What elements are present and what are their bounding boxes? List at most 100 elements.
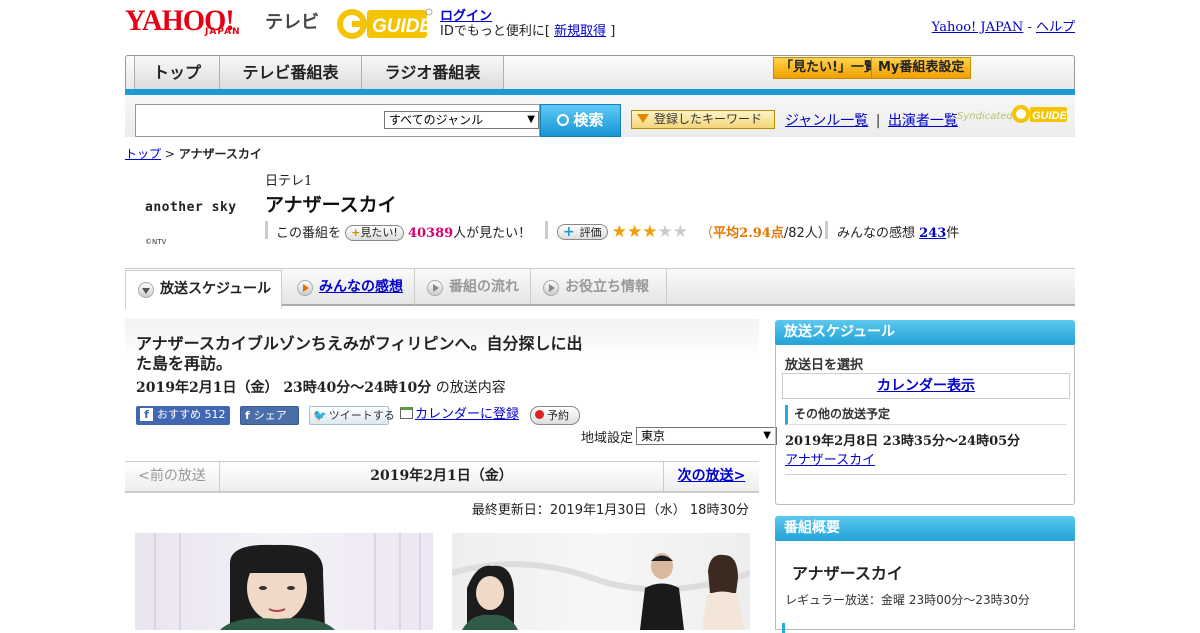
- region-select[interactable]: 東京 ▼: [636, 427, 777, 445]
- divider: [265, 221, 268, 239]
- gguide-logo[interactable]: GUIDE: [334, 6, 434, 42]
- facebook-recommend-button[interactable]: f おすすめ 512: [136, 406, 230, 425]
- rating-open: （: [700, 226, 714, 241]
- select-date-label: 放送日を選択: [785, 358, 864, 373]
- want-list-button[interactable]: 「見たい!」一覧: [773, 57, 884, 79]
- divider: [545, 221, 548, 239]
- genre-list-link[interactable]: ジャンル一覧: [785, 113, 868, 129]
- overview-panel-header: 番組概要: [775, 516, 1075, 541]
- fb-count: 512: [204, 408, 226, 421]
- calendar-icon: [400, 407, 413, 419]
- want-button[interactable]: +見たい!: [345, 225, 404, 241]
- overview-title: アナザースカイ: [792, 564, 903, 583]
- episode-date-suffix: の放送内容: [435, 380, 506, 396]
- triangle-down-icon: [637, 114, 649, 123]
- yahoo-japan-link[interactable]: Yahoo! JAPAN: [932, 20, 1024, 35]
- cast-list-link[interactable]: 出演者一覧: [888, 113, 958, 129]
- tweet-label: ツイートする: [328, 409, 395, 422]
- rate-button[interactable]: + 評価: [557, 224, 608, 240]
- kansou-label: みんなの感想: [837, 226, 916, 241]
- reserve-label: 予約: [547, 409, 569, 422]
- tab-info: お役立ち情報: [531, 269, 667, 305]
- top-links: Yahoo! JAPAN - ヘルプ: [932, 16, 1075, 35]
- rating-stars: ★★★★★: [612, 224, 688, 241]
- overview-panel: アナザースカイ レギュラー放送：金曜 23時00分～23時30分: [775, 540, 1075, 633]
- nav-tab-tv-schedule[interactable]: テレビ番組表: [220, 56, 362, 90]
- want-row: この番組を +見たい! 40389人が見たい！: [276, 222, 531, 241]
- regular-broadcast: レギュラー放送：金曜 23時00分～23時30分: [785, 593, 1030, 607]
- tab-kansou[interactable]: みんなの感想: [285, 269, 415, 305]
- rating-star-icon: ★: [642, 222, 658, 242]
- help-link[interactable]: ヘルプ: [1036, 20, 1075, 35]
- svg-text:GUIDE: GUIDE: [1032, 110, 1068, 122]
- signup-link[interactable]: 新規取得: [554, 24, 606, 39]
- episode-photo-2: [452, 533, 750, 630]
- plus-icon: +: [351, 226, 361, 239]
- want-count: 40389: [407, 226, 454, 241]
- fb-share-label: シェア: [253, 409, 287, 422]
- id-text-close: ]: [610, 24, 616, 39]
- nav-tab-top[interactable]: トップ: [134, 56, 220, 90]
- breadcrumb-separator: >: [164, 147, 175, 161]
- kansou-row: みんなの感想 243件: [837, 222, 959, 241]
- want-prefix: この番組を: [276, 226, 342, 241]
- chevron-down-icon: [138, 282, 154, 298]
- record-icon: [535, 410, 544, 419]
- next-broadcast-link[interactable]: 次の放送>: [663, 461, 759, 491]
- chevron-right-icon: [297, 280, 313, 296]
- channel-name: 日テレ1: [265, 174, 313, 189]
- calendar-view-link[interactable]: カレンダー表示: [782, 373, 1070, 399]
- twitter-icon: 🐦: [313, 409, 327, 422]
- dropdown-arrow-icon: ▼: [527, 114, 535, 125]
- program-logo-credit: ©NTV: [145, 238, 167, 246]
- chevron-right-icon: [543, 280, 559, 296]
- keyword-button-label: 登録したキーワード: [654, 112, 763, 126]
- program-logo: another sky: [145, 200, 237, 215]
- episode-title: アナザースカイブルゾンちえみがフィリピンへ。自分探しに出た島を再訪。: [136, 334, 583, 373]
- rating-row: + 評価 ★★★★★ （平均2.94点/82人）: [557, 222, 831, 241]
- other-schedule-label: その他の放送予定: [785, 405, 1067, 425]
- calendar-register[interactable]: カレンダーに登録: [400, 406, 519, 425]
- tweet-button[interactable]: 🐦 ツイートする: [309, 406, 395, 425]
- tab-flow: 番組の流れ: [415, 269, 531, 305]
- prev-broadcast: <前の放送: [125, 461, 220, 491]
- other-schedule-title-link[interactable]: アナザースカイ: [785, 449, 875, 468]
- facebook-icon: f: [140, 408, 153, 421]
- calendar-register-link[interactable]: カレンダーに登録: [415, 407, 519, 422]
- rating-star-icon: ★: [627, 222, 643, 242]
- tv-label[interactable]: テレビ: [265, 8, 319, 34]
- search-button[interactable]: 検索: [540, 104, 621, 137]
- plus-icon: +: [563, 224, 580, 240]
- top-links-dash: -: [1027, 20, 1032, 35]
- gguide-small-logo: GUIDE: [1011, 102, 1069, 126]
- breadcrumb-top-link[interactable]: トップ: [125, 147, 161, 161]
- kansou-count-link[interactable]: 243: [919, 226, 946, 241]
- dropdown-arrow-icon: ▼: [763, 430, 771, 441]
- rating-average: 平均2.94点: [713, 226, 784, 241]
- other-schedule-date: 2019年2月8日 23時35分～24時05分: [785, 434, 1021, 449]
- syndicated-label: Syndicated: [957, 111, 1013, 122]
- breadcrumb-current: アナザースカイ: [178, 147, 262, 161]
- genre-select[interactable]: すべてのジャンル ▼: [384, 111, 539, 129]
- my-schedule-button[interactable]: My番組表設定: [871, 57, 972, 79]
- kansou-unit: 件: [946, 226, 960, 241]
- schedule-panel: 放送日を選択 カレンダー表示 その他の放送予定 2019年2月8日 23時35分…: [775, 344, 1075, 505]
- divider: [785, 474, 1067, 475]
- facebook-icon: f: [245, 409, 250, 422]
- facebook-share-button[interactable]: f シェア: [240, 406, 299, 425]
- section-marker: [782, 623, 785, 633]
- reserve-button[interactable]: 予約: [530, 406, 580, 425]
- tab-label: お役立ち情報: [565, 279, 649, 295]
- link-separator: |: [875, 113, 881, 129]
- keyword-button[interactable]: 登録したキーワード: [631, 110, 775, 129]
- region-select-value: 東京: [641, 429, 666, 443]
- nav-tab-radio-schedule[interactable]: ラジオ番組表: [362, 56, 504, 90]
- search-button-label: 検索: [573, 111, 604, 129]
- episode-photo-1: [135, 533, 433, 630]
- rating-count: /82人）: [783, 226, 831, 241]
- rate-button-label: 評価: [579, 226, 602, 239]
- tab-schedule[interactable]: 放送スケジュール: [125, 270, 282, 309]
- program-title: アナザースカイ: [265, 194, 397, 216]
- episode-date: 2019年2月1日（金） 23時40分～24時10分: [136, 380, 432, 396]
- genre-links: ジャンル一覧 | 出演者一覧: [785, 110, 958, 130]
